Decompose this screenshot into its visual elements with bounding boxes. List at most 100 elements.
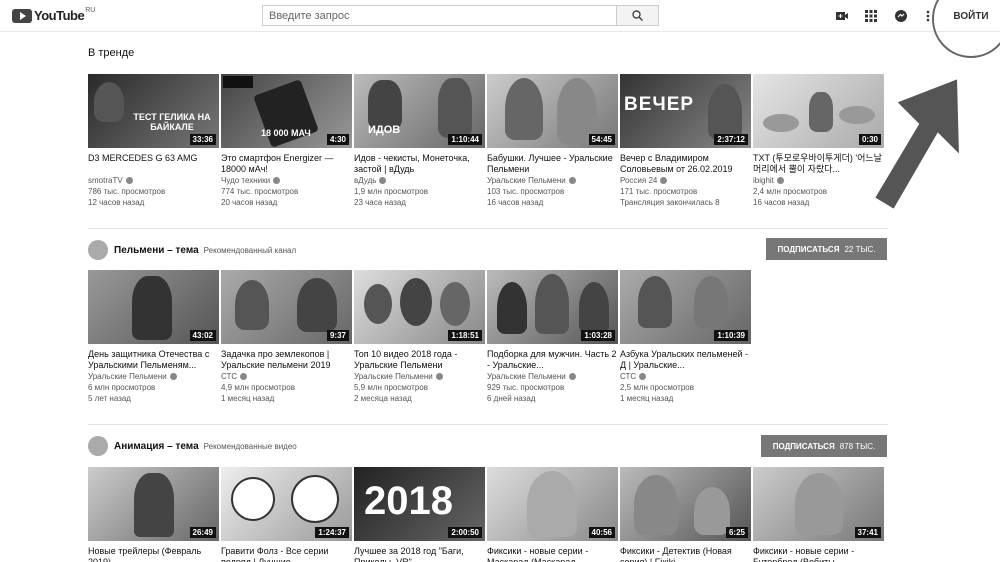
video-card[interactable]: 0:30 TXT (투모로우바이투게더) '어느날 머리에서 뿔이 자랐다...… (753, 74, 884, 208)
trending-title[interactable]: В тренде (88, 47, 134, 59)
video-title[interactable]: Задачка про землекопов | Уральские пельм… (221, 349, 352, 371)
search-button[interactable] (616, 6, 658, 25)
channel-avatar[interactable] (88, 240, 108, 260)
section-channel-name[interactable]: Пельмени – тема (114, 245, 199, 256)
video-title[interactable]: Вечер с Владимиром Соловьевым от 26.02.2… (620, 153, 751, 175)
video-thumbnail[interactable]: ТЕСТ ГЕЛИКА НА БАЙКАЛЕ 33:36 (88, 74, 219, 148)
video-thumbnail[interactable]: 9:37 (221, 270, 352, 344)
channel-avatar[interactable] (88, 436, 108, 456)
video-title[interactable]: Фиксики - новые серии - Бутерброд (Вобит… (753, 546, 884, 562)
video-card[interactable]: ТЕСТ ГЕЛИКА НА БАЙКАЛЕ 33:36 D3 MERCEDES… (88, 74, 219, 208)
thumb-figure (694, 276, 728, 328)
video-title[interactable]: Фиксики - Детектив (Новая серия) | Fixik… (620, 546, 751, 562)
channel-name[interactable]: Уральские Пельмени (487, 175, 618, 186)
video-card[interactable]: 2018 2:00:50 Лучшее за 2018 год "Баги, П… (354, 467, 485, 562)
channel-name[interactable]: Уральские Пельмени (354, 371, 485, 382)
video-title[interactable]: Лучшее за 2018 год "Баги, Приколы, VR" (354, 546, 485, 562)
video-card[interactable]: 1:10:39 Азбука Уральских пельменей - Д |… (620, 270, 751, 404)
view-count: 4,9 млн просмотров (221, 383, 295, 392)
thumb-figure (579, 282, 609, 334)
channel-name[interactable]: вДудь (354, 175, 485, 186)
video-title[interactable]: Гравити Фолз - Все серии подряд | Лучшие (221, 546, 352, 562)
channel-name[interactable]: Уральские Пельмени (487, 371, 618, 382)
duration-badge: 6:25 (725, 527, 748, 538)
view-count: 929 тыс. просмотров (487, 383, 565, 392)
video-thumbnail[interactable]: 26:49 (88, 467, 219, 541)
view-count: 2,5 млн просмотров (620, 383, 694, 392)
verified-icon (776, 177, 784, 185)
create-video-icon[interactable] (835, 9, 849, 23)
messages-icon[interactable] (894, 9, 908, 23)
video-thumbnail[interactable]: 2018 2:00:50 (354, 467, 485, 541)
thumb-figure (440, 282, 470, 326)
video-title[interactable]: Азбука Уральских пельменей - Д | Уральск… (620, 349, 751, 371)
section-channel-name[interactable]: Анимация – тема (114, 441, 199, 452)
video-thumbnail[interactable]: 40:56 (487, 467, 618, 541)
video-thumbnail[interactable]: 0:30 (753, 74, 884, 148)
video-title[interactable]: Фиксики - новые серии - Маскарад (Маскар… (487, 546, 618, 562)
verified-icon (169, 373, 177, 381)
search-input[interactable] (263, 6, 616, 25)
video-title[interactable]: Бабушки. Лучшее - Уральские Пельмени (487, 153, 618, 175)
duration-badge: 1:10:44 (448, 134, 482, 145)
video-thumbnail[interactable]: 18 000 МАЧ 4:30 (221, 74, 352, 148)
verified-icon (568, 177, 576, 185)
channel-name[interactable]: ibighit (753, 175, 884, 186)
apps-grid-icon[interactable] (864, 9, 878, 23)
channel-name[interactable]: Россия 24 (620, 175, 751, 186)
thumb-caption: ИДОВ (368, 124, 401, 136)
upload-age: 16 часов назад (487, 198, 544, 207)
verified-icon (379, 177, 387, 185)
video-title[interactable]: Подборка для мужчин. Часть 2 - Уральские… (487, 349, 618, 371)
thumb-figure (694, 487, 730, 535)
upload-age: 20 часов назад (221, 198, 278, 207)
more-options-icon[interactable] (925, 9, 931, 23)
video-card[interactable]: 26:49 Новые трейлеры (Февраль 2019) (88, 467, 219, 562)
video-card[interactable]: 1:18:51 Топ 10 видео 2018 года - Уральск… (354, 270, 485, 404)
video-thumbnail[interactable]: 1:18:51 (354, 270, 485, 344)
video-card[interactable]: 1:24:37 Гравити Фолз - Все серии подряд … (221, 467, 352, 562)
video-thumbnail[interactable]: 37:41 (753, 467, 884, 541)
video-title[interactable]: Это смартфон Energizer — 18000 мАч! (221, 153, 352, 175)
video-card[interactable]: 54:45 Бабушки. Лучшее - Уральские Пельме… (487, 74, 618, 208)
video-card[interactable]: 40:56 Фиксики - новые серии - Маскарад (… (487, 467, 618, 562)
video-thumbnail[interactable]: 54:45 (487, 74, 618, 148)
channel-name[interactable]: Чудо техники (221, 175, 352, 186)
thumb-caption: ВЕЧЕР (624, 94, 695, 115)
video-thumbnail[interactable]: 6:25 (620, 467, 751, 541)
video-card[interactable]: 9:37 Задачка про землекопов | Уральские … (221, 270, 352, 404)
video-title[interactable]: TXT (투모로우바이투게더) '어느날 머리에서 뿔이 자랐다... (753, 153, 884, 175)
video-title[interactable]: D3 MERCEDES G 63 AMG (88, 153, 219, 175)
upload-age: Трансляция закончилась 8 (620, 198, 720, 207)
video-card[interactable]: ВЕЧЕР 2:37:12 Вечер с Владимиром Соловье… (620, 74, 751, 208)
channel-name[interactable]: СТС (620, 371, 751, 382)
channel-name[interactable]: СТС (221, 371, 352, 382)
top-bar: YouTube RU ВОЙТИ (0, 0, 1000, 32)
video-card[interactable]: 1:03:28 Подборка для мужчин. Часть 2 - У… (487, 270, 618, 404)
duration-badge: 33:36 (189, 134, 216, 145)
video-title[interactable]: Топ 10 видео 2018 года - Уральские Пельм… (354, 349, 485, 371)
video-card[interactable]: 6:25 Фиксики - Детектив (Новая серия) | … (620, 467, 751, 562)
video-thumbnail[interactable]: ВЕЧЕР 2:37:12 (620, 74, 751, 148)
thumb-figure (505, 78, 543, 140)
video-card[interactable]: 43:02 День защитника Отечества с Уральск… (88, 270, 219, 404)
video-title[interactable]: Новые трейлеры (Февраль 2019) (88, 546, 219, 562)
subscribe-button[interactable]: ПОДПИСАТЬСЯ 878 ТЫС. (761, 435, 887, 457)
youtube-logo[interactable]: YouTube RU (12, 7, 96, 23)
channel-name[interactable]: smotraTV (88, 175, 219, 186)
logo-region: RU (85, 7, 96, 14)
video-thumbnail[interactable]: ИДОВ 1:10:44 (354, 74, 485, 148)
video-thumbnail[interactable]: 1:24:37 (221, 467, 352, 541)
video-thumbnail[interactable]: 1:03:28 (487, 270, 618, 344)
video-title[interactable]: Идов - чекисты, Монеточка, застой | вДуд… (354, 153, 485, 175)
video-thumbnail[interactable]: 43:02 (88, 270, 219, 344)
video-card[interactable]: 37:41 Фиксики - новые серии - Бутерброд … (753, 467, 884, 562)
video-card[interactable]: 18 000 МАЧ 4:30 Это смартфон Energizer —… (221, 74, 352, 208)
search-box (262, 5, 659, 26)
channel-name[interactable]: Уральские Пельмени (88, 371, 219, 382)
video-title[interactable]: День защитника Отечества с Уральскими Пе… (88, 349, 219, 371)
video-card[interactable]: ИДОВ 1:10:44 Идов - чекисты, Монеточка, … (354, 74, 485, 208)
video-thumbnail[interactable]: 1:10:39 (620, 270, 751, 344)
subscribe-button[interactable]: ПОДПИСАТЬСЯ 22 ТЫС. (766, 238, 887, 260)
subscriber-count: 878 ТЫС. (839, 441, 876, 451)
